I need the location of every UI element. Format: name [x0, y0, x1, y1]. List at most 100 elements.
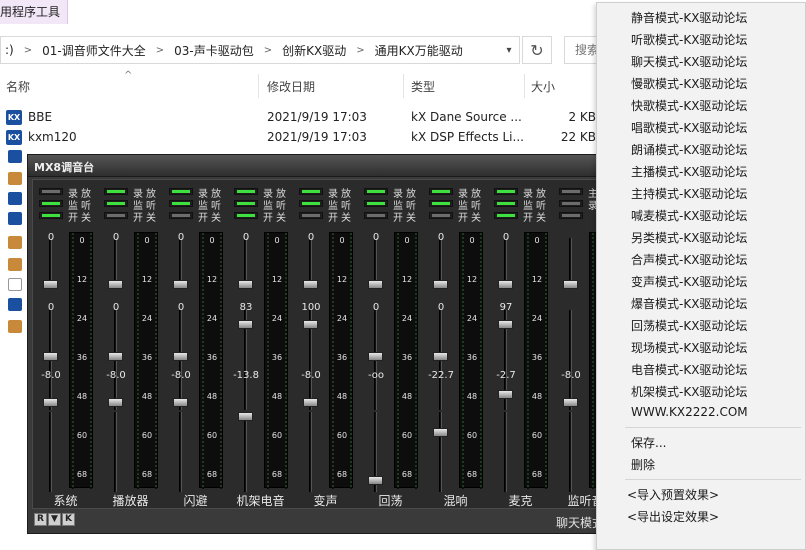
- fader-knob[interactable]: [303, 398, 318, 407]
- menu-item-export-settings[interactable]: <导出设定效果>: [627, 508, 719, 525]
- kx-file-icon[interactable]: [8, 150, 22, 163]
- fader-knob[interactable]: [498, 390, 513, 399]
- menu-item-preset[interactable]: 听歌模式-KX驱动论坛: [631, 31, 747, 48]
- menu-item-preset[interactable]: 电音模式-KX驱动论坛: [631, 361, 747, 378]
- file-row[interactable]: KX kxm120 2021/9/19 17:03 kX DSP Effects…: [0, 128, 600, 148]
- ribbon-tab-app-tools[interactable]: 用程序工具: [0, 0, 68, 24]
- footer-r-button[interactable]: R: [34, 513, 47, 526]
- fader-knob[interactable]: [303, 320, 318, 329]
- column-header-type[interactable]: 类型: [411, 78, 435, 95]
- fader-knob[interactable]: [43, 398, 58, 407]
- breadcrumb-segment[interactable]: :): [1, 43, 18, 57]
- volume-fader-track[interactable]: [569, 310, 572, 410]
- file-row[interactable]: KX BBE 2021/9/19 17:03 kX Dane Source ..…: [0, 108, 600, 128]
- column-header-size[interactable]: 大小: [531, 78, 555, 95]
- menu-item-delete[interactable]: 删除: [631, 456, 655, 473]
- menu-item-preset[interactable]: 现场模式-KX驱动论坛: [631, 339, 747, 356]
- image-file-icon[interactable]: [8, 320, 22, 333]
- channel-toggle-led[interactable]: [559, 212, 583, 219]
- channel-toggle-led[interactable]: [39, 200, 63, 207]
- footer-menu-button[interactable]: ▼: [48, 513, 61, 526]
- channel-toggle-led[interactable]: [494, 188, 518, 195]
- menu-item-import-preset[interactable]: <导入预置效果>: [627, 486, 719, 503]
- breadcrumb-segment[interactable]: 通用KX万能驱动: [371, 42, 467, 59]
- menu-item-preset[interactable]: 快歌模式-KX驱动论坛: [631, 97, 747, 114]
- fader-knob[interactable]: [368, 476, 383, 485]
- column-divider[interactable]: [524, 74, 525, 98]
- mixer-titlebar[interactable]: MX8调音台: [28, 155, 676, 177]
- fader-knob[interactable]: [43, 352, 58, 361]
- channel-toggle-led[interactable]: [234, 212, 258, 219]
- menu-item-website[interactable]: WWW.KX2222.COM: [631, 405, 748, 419]
- chevron-down-icon[interactable]: ▾: [498, 36, 520, 64]
- menu-item-preset[interactable]: 爆音模式-KX驱动论坛: [631, 295, 747, 312]
- menu-item-preset[interactable]: 聊天模式-KX驱动论坛: [631, 53, 747, 70]
- fader-knob[interactable]: [433, 352, 448, 361]
- menu-item-save[interactable]: 保存...: [631, 434, 666, 451]
- channel-toggle-led[interactable]: [364, 200, 388, 207]
- footer-k-button[interactable]: K: [62, 513, 75, 526]
- column-header-name[interactable]: 名称: [6, 78, 30, 95]
- menu-item-preset[interactable]: 喊麦模式-KX驱动论坛: [631, 207, 747, 224]
- channel-toggle-led[interactable]: [364, 188, 388, 195]
- menu-item-preset[interactable]: 慢歌模式-KX驱动论坛: [631, 75, 747, 92]
- channel-toggle-led[interactable]: [234, 200, 258, 207]
- fader-knob[interactable]: [498, 280, 513, 289]
- kx-file-icon[interactable]: [8, 298, 22, 311]
- channel-toggle-led[interactable]: [429, 200, 453, 207]
- menu-item-preset[interactable]: 朗诵模式-KX驱动论坛: [631, 141, 747, 158]
- image-file-icon[interactable]: [8, 258, 22, 271]
- channel-toggle-led[interactable]: [234, 188, 258, 195]
- menu-item-preset[interactable]: 静音模式-KX驱动论坛: [631, 9, 747, 26]
- column-divider[interactable]: [403, 74, 404, 98]
- level-fader-track[interactable]: [114, 412, 117, 492]
- refresh-icon[interactable]: ↻: [522, 36, 552, 64]
- level-fader-track[interactable]: [569, 412, 572, 492]
- fader-knob[interactable]: [238, 320, 253, 329]
- text-file-icon[interactable]: [8, 278, 22, 291]
- column-divider[interactable]: [258, 74, 259, 98]
- channel-toggle-led[interactable]: [104, 200, 128, 207]
- channel-toggle-led[interactable]: [299, 188, 323, 195]
- fader-knob[interactable]: [43, 280, 58, 289]
- fader-knob[interactable]: [238, 412, 253, 421]
- image-file-icon[interactable]: [8, 236, 22, 249]
- fader-knob[interactable]: [368, 280, 383, 289]
- column-header-modified[interactable]: 修改日期: [267, 78, 315, 95]
- channel-toggle-led[interactable]: [559, 200, 583, 207]
- address-bar[interactable]: :) > 01-调音师文件大全 > 03-声卡驱动包 > 创新KX驱动 > 通用…: [0, 36, 520, 64]
- menu-item-preset[interactable]: 唱歌模式-KX驱动论坛: [631, 119, 747, 136]
- level-fader-track[interactable]: [179, 412, 182, 492]
- fader-knob[interactable]: [303, 280, 318, 289]
- channel-toggle-led[interactable]: [104, 212, 128, 219]
- image-file-icon[interactable]: [8, 172, 22, 185]
- fader-knob[interactable]: [498, 320, 513, 329]
- fader-knob[interactable]: [173, 352, 188, 361]
- channel-toggle-led[interactable]: [299, 212, 323, 219]
- channel-toggle-led[interactable]: [494, 200, 518, 207]
- kx-file-icon[interactable]: [8, 212, 22, 225]
- menu-item-preset[interactable]: 机架模式-KX驱动论坛: [631, 383, 747, 400]
- fader-knob[interactable]: [563, 280, 578, 289]
- kx-file-icon[interactable]: [8, 192, 22, 205]
- level-fader-track[interactable]: [244, 412, 247, 492]
- level-fader-track[interactable]: [309, 412, 312, 492]
- channel-toggle-led[interactable]: [169, 188, 193, 195]
- level-fader-track[interactable]: [504, 412, 507, 492]
- fader-knob[interactable]: [563, 398, 578, 407]
- level-fader-track[interactable]: [439, 412, 442, 492]
- menu-item-preset[interactable]: 变声模式-KX驱动论坛: [631, 273, 747, 290]
- level-fader-track[interactable]: [49, 412, 52, 492]
- breadcrumb-segment[interactable]: 01-调音师文件大全: [38, 42, 150, 59]
- fader-knob[interactable]: [108, 280, 123, 289]
- channel-toggle-led[interactable]: [169, 200, 193, 207]
- channel-toggle-led[interactable]: [39, 188, 63, 195]
- fader-knob[interactable]: [433, 280, 448, 289]
- channel-toggle-led[interactable]: [364, 212, 388, 219]
- breadcrumb-segment[interactable]: 创新KX驱动: [278, 42, 350, 59]
- channel-toggle-led[interactable]: [299, 200, 323, 207]
- menu-item-preset[interactable]: 主持模式-KX驱动论坛: [631, 185, 747, 202]
- menu-item-preset[interactable]: 主播模式-KX驱动论坛: [631, 163, 747, 180]
- channel-toggle-led[interactable]: [429, 188, 453, 195]
- fader-knob[interactable]: [108, 398, 123, 407]
